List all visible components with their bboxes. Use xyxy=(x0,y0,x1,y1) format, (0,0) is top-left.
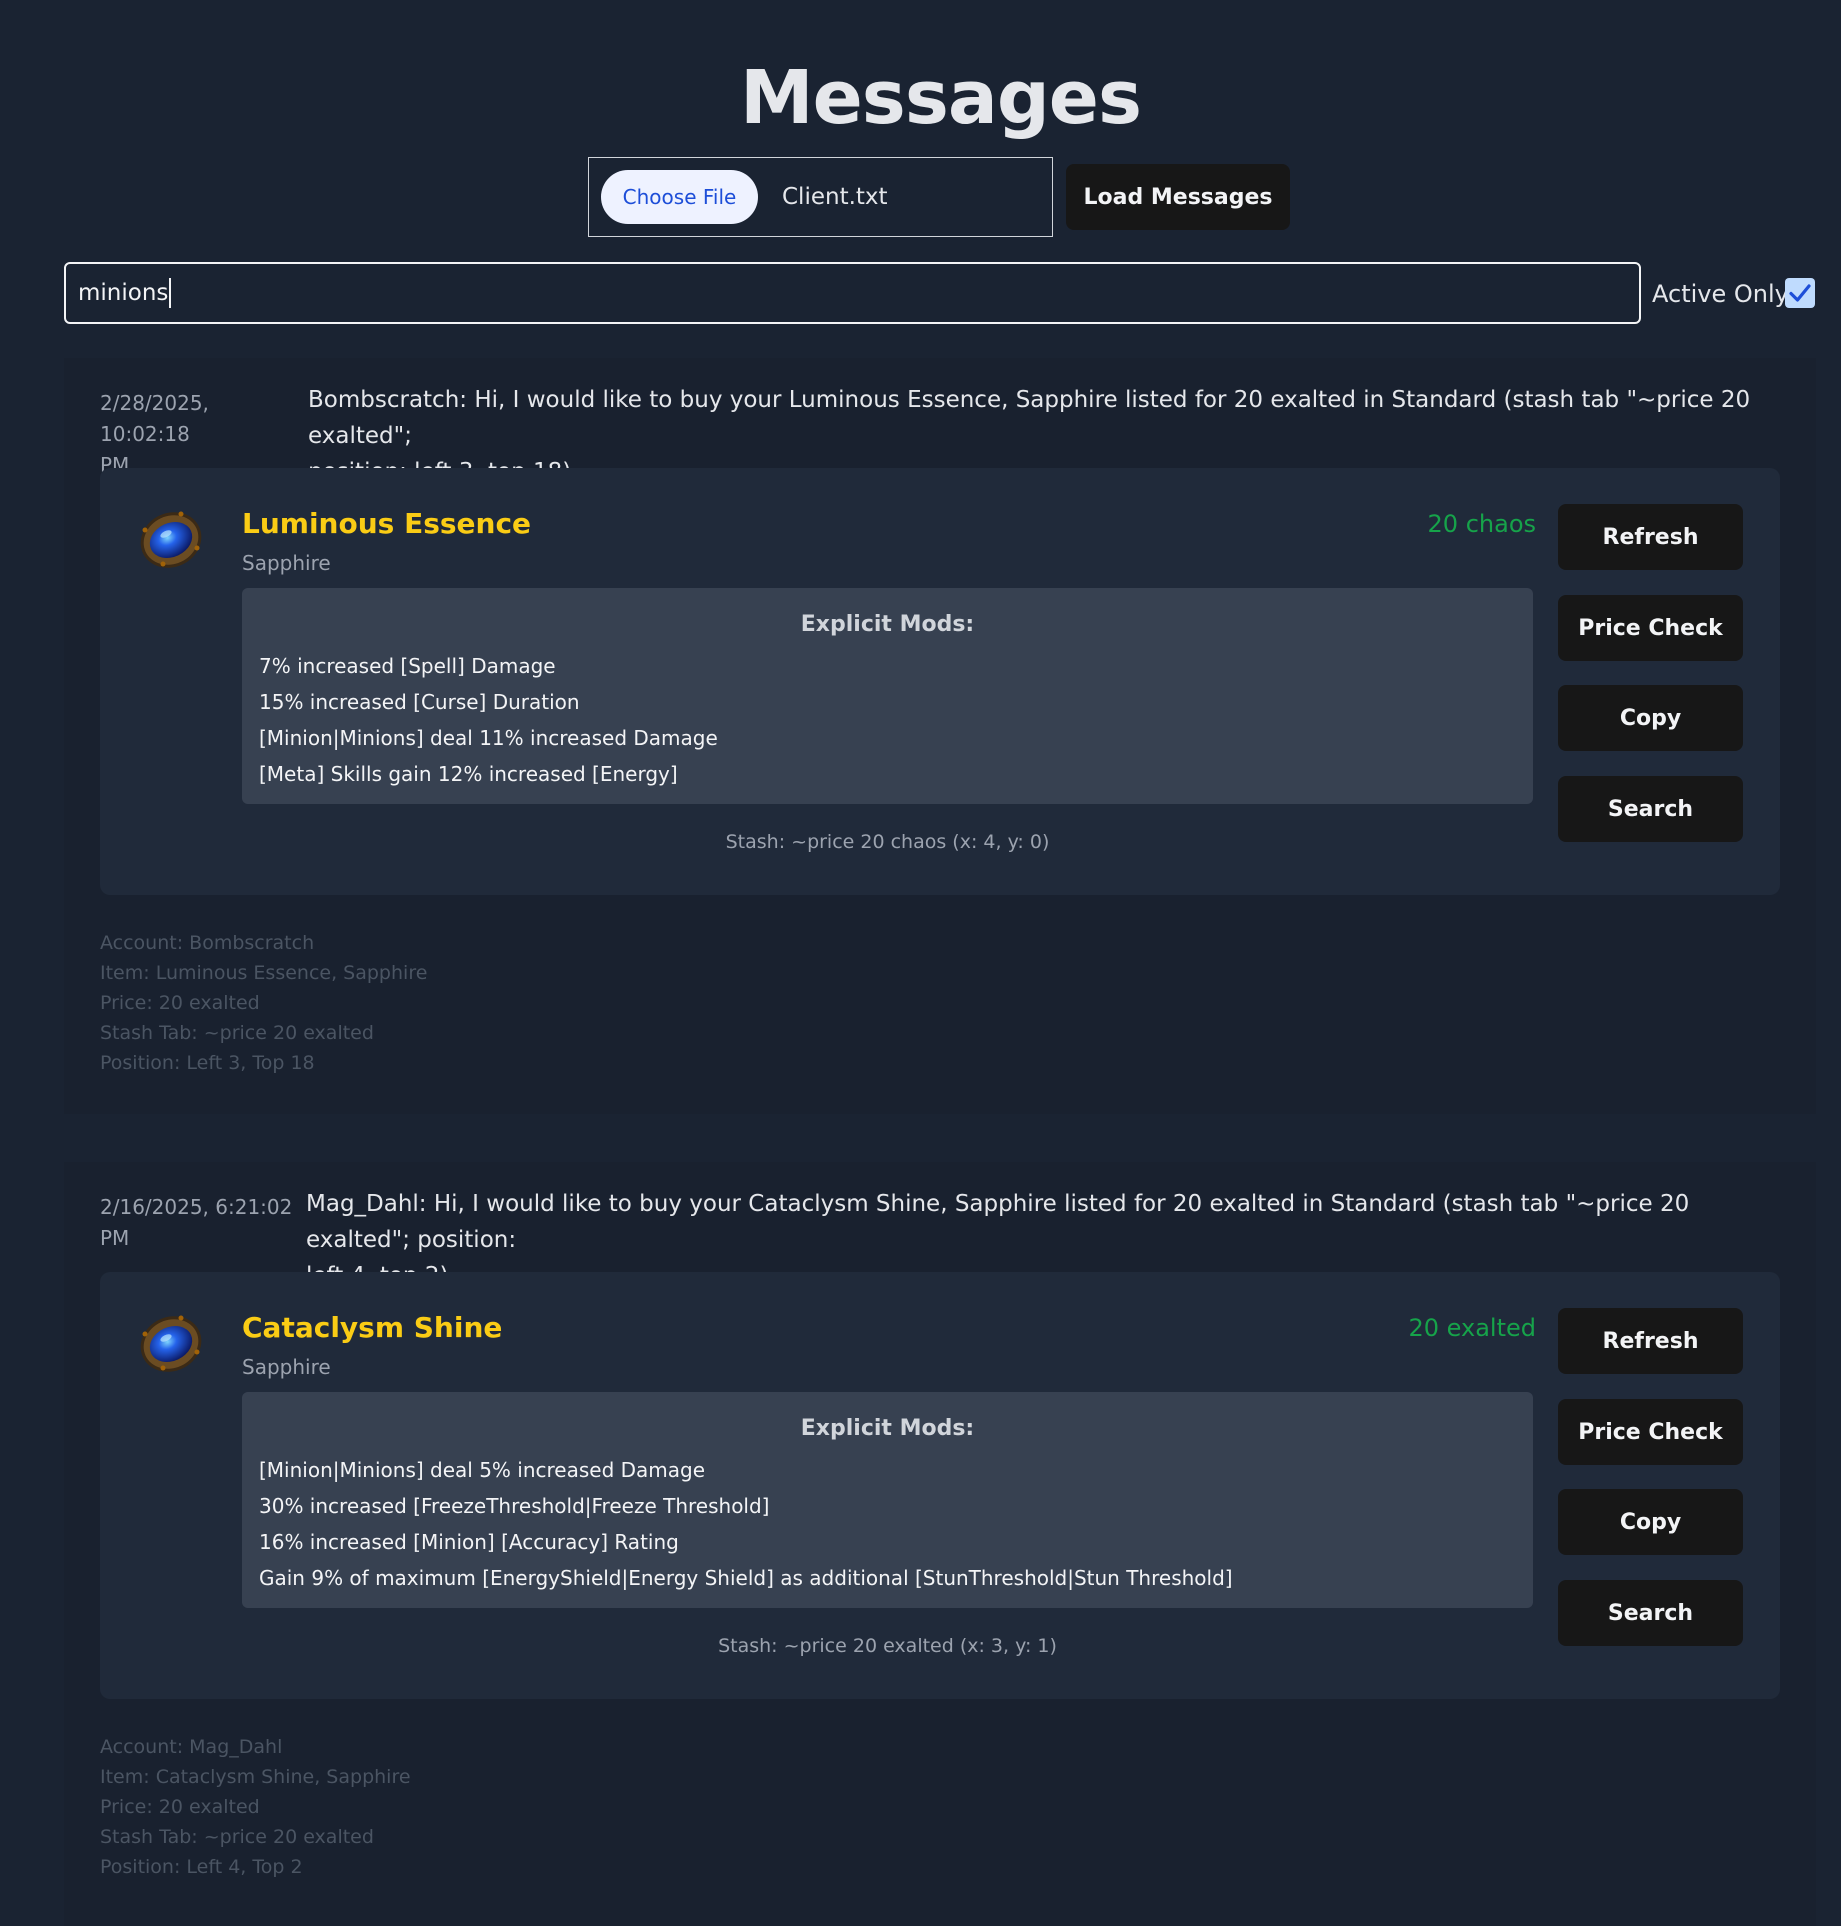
sapphire-jewel-icon xyxy=(140,1315,202,1372)
active-only-label: Active Only xyxy=(1652,280,1789,308)
stash-location: Stash: ~price 20 exalted (x: 3, y: 1) xyxy=(718,1635,1057,1657)
detail-item: Item: Luminous Essence, Sapphire xyxy=(100,962,428,984)
message-details: Account: Bombscratch Item: Luminous Esse… xyxy=(100,928,427,1078)
mod-line: 30% increased [FreezeThreshold|Freeze Th… xyxy=(259,1494,770,1518)
explicit-mods-box: Explicit Mods: 7% increased [Spell] Dama… xyxy=(242,588,1533,804)
mods-title: Explicit Mods: xyxy=(800,612,975,637)
detail-stash-tab: Stash Tab: ~price 20 exalted xyxy=(100,1022,374,1044)
file-input[interactable]: Choose File Client.txt xyxy=(588,157,1053,237)
timestamp-ampm: PM xyxy=(100,1226,130,1250)
mods-title: Explicit Mods: xyxy=(800,1416,975,1441)
price-check-button[interactable]: Price Check xyxy=(1558,1399,1743,1465)
detail-position: Position: Left 3, Top 18 xyxy=(100,1052,315,1074)
mod-line: Gain 9% of maximum [EnergyShield|Energy … xyxy=(259,1566,1233,1590)
item-name: Luminous Essence xyxy=(242,507,532,540)
message-entry: 2/28/2025, 10:02:18 PM Bombscratch: Hi, … xyxy=(64,358,1816,1114)
item-price: 20 chaos xyxy=(1427,510,1536,538)
item-base-type: Sapphire xyxy=(242,1355,331,1379)
checkmark-icon xyxy=(1789,284,1811,302)
active-only-checkbox[interactable] xyxy=(1785,278,1815,308)
search-input-value: minions xyxy=(78,280,169,306)
load-messages-button[interactable]: Load Messages xyxy=(1066,164,1290,230)
page-title: Messages xyxy=(739,55,1142,141)
search-input[interactable]: minions xyxy=(64,262,1641,324)
message-entry: 2/16/2025, 6:21:02 PM Mag_Dahl: Hi, I wo… xyxy=(64,1162,1816,1926)
item-base-type: Sapphire xyxy=(242,551,331,575)
refresh-button[interactable]: Refresh xyxy=(1558,504,1743,570)
mod-line: 16% increased [Minion] [Accuracy] Rating xyxy=(259,1530,679,1554)
explicit-mods-box: Explicit Mods: [Minion|Minions] deal 5% … xyxy=(242,1392,1533,1608)
stash-location: Stash: ~price 20 chaos (x: 4, y: 0) xyxy=(725,831,1050,853)
detail-position: Position: Left 4, Top 2 xyxy=(100,1856,303,1878)
search-button[interactable]: Search xyxy=(1558,1580,1743,1646)
detail-account: Account: Bombscratch xyxy=(100,932,315,954)
item-name: Cataclysm Shine xyxy=(242,1311,503,1344)
choose-file-button[interactable]: Choose File xyxy=(601,170,758,224)
message-text-line: Mag_Dahl: Hi, I would like to buy your C… xyxy=(306,1191,1690,1253)
refresh-button[interactable]: Refresh xyxy=(1558,1308,1743,1374)
text-caret xyxy=(169,278,172,308)
item-price: 20 exalted xyxy=(1408,1314,1537,1342)
copy-button[interactable]: Copy xyxy=(1558,1489,1743,1555)
mod-line: [Meta] Skills gain 12% increased [Energy… xyxy=(259,762,678,786)
detail-item: Item: Cataclysm Shine, Sapphire xyxy=(100,1766,411,1788)
selected-file-name: Client.txt xyxy=(782,184,888,210)
timestamp-date: 2/28/2025, 10:02:18 xyxy=(100,391,209,446)
sapphire-jewel-icon xyxy=(140,511,202,568)
item-card: Cataclysm Shine Sapphire 20 exalted Expl… xyxy=(100,1272,1780,1699)
detail-price: Price: 20 exalted xyxy=(100,1796,260,1818)
mod-line: [Minion|Minions] deal 11% increased Dama… xyxy=(259,726,718,750)
mod-line: [Minion|Minions] deal 5% increased Damag… xyxy=(259,1458,706,1482)
message-timestamp: 2/16/2025, 6:21:02 PM xyxy=(100,1192,300,1254)
detail-price: Price: 20 exalted xyxy=(100,992,260,1014)
item-card: Luminous Essence Sapphire 20 chaos Expli… xyxy=(100,468,1780,895)
timestamp-date: 2/16/2025, 6:21:02 xyxy=(100,1195,293,1219)
price-check-button[interactable]: Price Check xyxy=(1558,595,1743,661)
mod-line: 15% increased [Curse] Duration xyxy=(259,690,580,714)
message-details: Account: Mag_Dahl Item: Cataclysm Shine,… xyxy=(100,1732,411,1882)
detail-account: Account: Mag_Dahl xyxy=(100,1736,283,1758)
message-text-line: Bombscratch: Hi, I would like to buy you… xyxy=(308,387,1751,449)
copy-button[interactable]: Copy xyxy=(1558,685,1743,751)
search-button[interactable]: Search xyxy=(1558,776,1743,842)
detail-stash-tab: Stash Tab: ~price 20 exalted xyxy=(100,1826,374,1848)
mod-line: 7% increased [Spell] Damage xyxy=(259,654,556,678)
